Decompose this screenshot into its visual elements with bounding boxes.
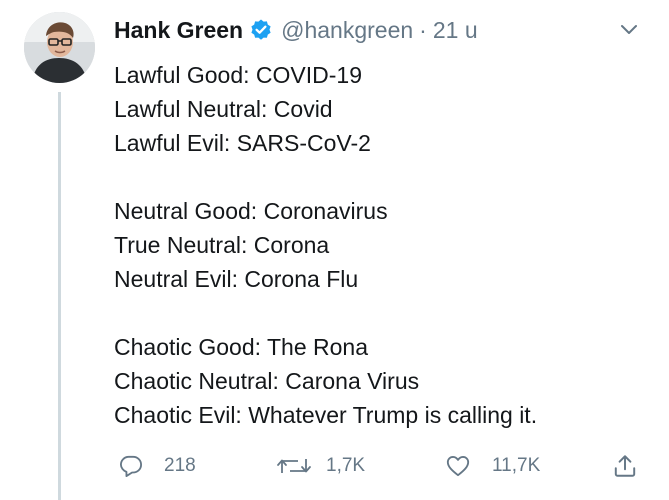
reply-count: 218 <box>164 455 196 476</box>
author-name[interactable]: Hank Green <box>114 14 243 46</box>
tweet-line: Lawful Good: COVID-19 <box>114 62 363 88</box>
timestamp[interactable]: 21 u <box>433 14 478 46</box>
avatar[interactable] <box>24 12 95 83</box>
reply-icon <box>120 455 142 477</box>
tweet-line: Chaotic Neutral: Carona Virus <box>114 368 420 394</box>
retweet-icon <box>277 459 311 473</box>
tweet-line: True Neutral: Corona <box>114 232 330 258</box>
tweet-line: Neutral Evil: Corona Flu <box>114 266 359 292</box>
tweet-actions: 218 1,7K 11,7K <box>114 448 644 484</box>
author-handle[interactable]: @hankgreen <box>281 14 413 46</box>
retweet-button[interactable]: 1,7K <box>276 448 365 484</box>
separator-dot: · <box>419 17 427 43</box>
share-button[interactable] <box>612 448 638 484</box>
verified-icon <box>249 18 273 42</box>
reply-button[interactable]: 218 <box>118 448 196 484</box>
tweet-line: Lawful Evil: SARS-CoV-2 <box>114 130 371 156</box>
like-button[interactable]: 11,7K <box>444 448 540 484</box>
thread-line <box>58 92 61 500</box>
tweet-text: Lawful Good: COVID-19 Lawful Neutral: Co… <box>114 58 537 432</box>
tweet-line: Chaotic Evil: Whatever Trump is calling … <box>114 402 538 428</box>
heart-icon <box>446 455 470 477</box>
tweet-line: Neutral Good: Coronavirus <box>114 198 388 224</box>
like-count: 11,7K <box>492 455 541 476</box>
profile-photo-icon <box>24 12 95 83</box>
retweet-count: 1,7K <box>326 455 366 476</box>
tweet-line: Chaotic Good: The Rona <box>114 334 369 360</box>
tweet-line: Lawful Neutral: Covid <box>114 96 333 122</box>
chevron-down-icon[interactable] <box>618 18 640 40</box>
tweet: Hank Green @hankgreen · 21 u Lawful Good… <box>0 0 669 500</box>
share-icon <box>614 455 636 477</box>
tweet-header: Hank Green @hankgreen · 21 u <box>114 14 478 46</box>
